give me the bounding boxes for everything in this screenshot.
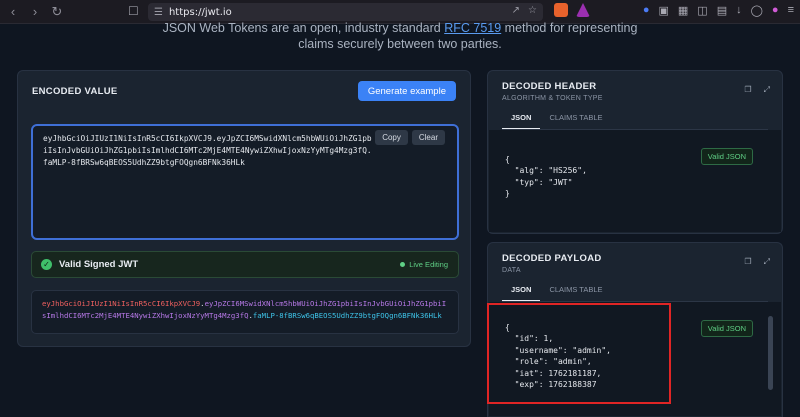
colored-token: eyJhbGciOiJIUzI1NiIsInR5cCI6IkpXVCJ9.eyJ… (31, 290, 459, 334)
rewards-icon[interactable] (576, 3, 590, 17)
share-icon[interactable]: ↗ (512, 5, 520, 16)
decoded-header-title: DECODED HEADER (502, 81, 597, 92)
live-dot-icon (400, 262, 406, 267)
header-json: { "alg": "HS256", "typ": "JWT" } (505, 155, 587, 199)
token-input[interactable]: eyJhbGciOiJIUzI1NiIsInR5cCI6IkpXVCJ9.eyJ… (31, 124, 459, 240)
valid-json-badge: Valid JSON (700, 320, 753, 337)
copy-icon[interactable]: ❐ (744, 257, 751, 267)
decoded-payload-subtitle: DATA (502, 267, 521, 274)
encoded-value-panel: ENCODED VALUE Generate example eyJhbGciO… (17, 70, 471, 347)
decoded-payload-title: DECODED PAYLOAD (502, 253, 602, 264)
brave-shield-icon[interactable] (554, 3, 568, 17)
tab-json[interactable]: JSON (502, 281, 541, 302)
intro-line-part: JSON Web Tokens are an open, industry st… (162, 21, 445, 35)
token-text[interactable]: eyJhbGciOiJIUzI1NiIsInR5cCI6IkpXVCJ9.eyJ… (43, 133, 373, 169)
highlight-box (487, 303, 671, 404)
tab-claims-table[interactable]: CLAIMS TABLE (540, 109, 611, 130)
screenshot-icon[interactable]: ▦ (678, 4, 688, 17)
signature-status: ✓ Valid Signed JWT Live Editing (31, 251, 459, 278)
profile-icon[interactable]: ● (772, 4, 779, 17)
sidebar-icon[interactable]: ◫ (697, 4, 707, 17)
scrollbar[interactable] (768, 316, 773, 390)
page-info-icon[interactable]: ☰ (154, 7, 163, 18)
rfc-link[interactable]: RFC 7519 (444, 21, 501, 35)
generate-example-button[interactable]: Generate example (357, 81, 456, 101)
expand-icon[interactable]: ⤢ (764, 257, 770, 267)
shield-icon[interactable]: ◯ (751, 4, 763, 17)
intro-line-2: claims securely between two parties. (298, 37, 502, 51)
tab-json[interactable]: JSON (502, 109, 541, 130)
decoded-header-subtitle: ALGORITHM & TOKEN TYPE (502, 95, 603, 102)
check-icon: ✓ (41, 259, 52, 270)
intro-line-part-2: method for representing (501, 21, 638, 35)
extensions (554, 3, 590, 17)
toolbar-icons: ● ▣ ▦ ◫ ▤ ↓ ◯ ● ≡ (643, 4, 794, 17)
valid-json-badge: Valid JSON (700, 148, 753, 165)
menu-icon[interactable]: ≡ (788, 4, 794, 17)
forward-icon[interactable]: › (26, 3, 44, 21)
clear-button[interactable]: Clear (411, 130, 445, 145)
address-bar[interactable]: ☰ https://jwt.io ↗ ☆ (148, 3, 543, 21)
download-icon[interactable]: ↓ (736, 4, 742, 17)
status-text: Valid Signed JWT (59, 259, 139, 270)
vpn-icon[interactable]: ● (643, 4, 650, 17)
token-signature-part: faMLP-8fBRSw6qBEOS5UdhZZ9btgFOQgn6BFNk36… (252, 311, 442, 320)
url-text: https://jwt.io (168, 6, 232, 18)
expand-icon[interactable]: ⤢ (764, 85, 770, 95)
live-editing-label: Live Editing (409, 260, 448, 269)
decoded-header-panel: DECODED HEADER ALGORITHM & TOKEN TYPE ❐ … (487, 70, 783, 234)
bookmark-icon[interactable]: ☐ (128, 4, 139, 18)
refresh-icon[interactable]: ↻ (48, 3, 66, 21)
live-editing-indicator: Live Editing (400, 260, 448, 269)
intro-text: JSON Web Tokens are an open, industry st… (160, 20, 640, 52)
copy-icon[interactable]: ❐ (744, 85, 751, 95)
copy-button[interactable]: Copy (375, 130, 408, 145)
tab-claims-table[interactable]: CLAIMS TABLE (540, 281, 611, 302)
wallet-icon[interactable]: ▤ (717, 4, 727, 17)
back-icon[interactable]: ‹ (4, 3, 22, 21)
extension-icon[interactable]: ▣ (658, 4, 668, 17)
token-header-part: eyJhbGciOiJIUzI1NiIsInR5cCI6IkpXVCJ9 (42, 299, 201, 308)
star-icon[interactable]: ☆ (528, 5, 537, 16)
encoded-title: ENCODED VALUE (32, 86, 118, 97)
header-json-area: { "alg": "HS256", "typ": "JWT" } Valid J… (489, 130, 781, 232)
